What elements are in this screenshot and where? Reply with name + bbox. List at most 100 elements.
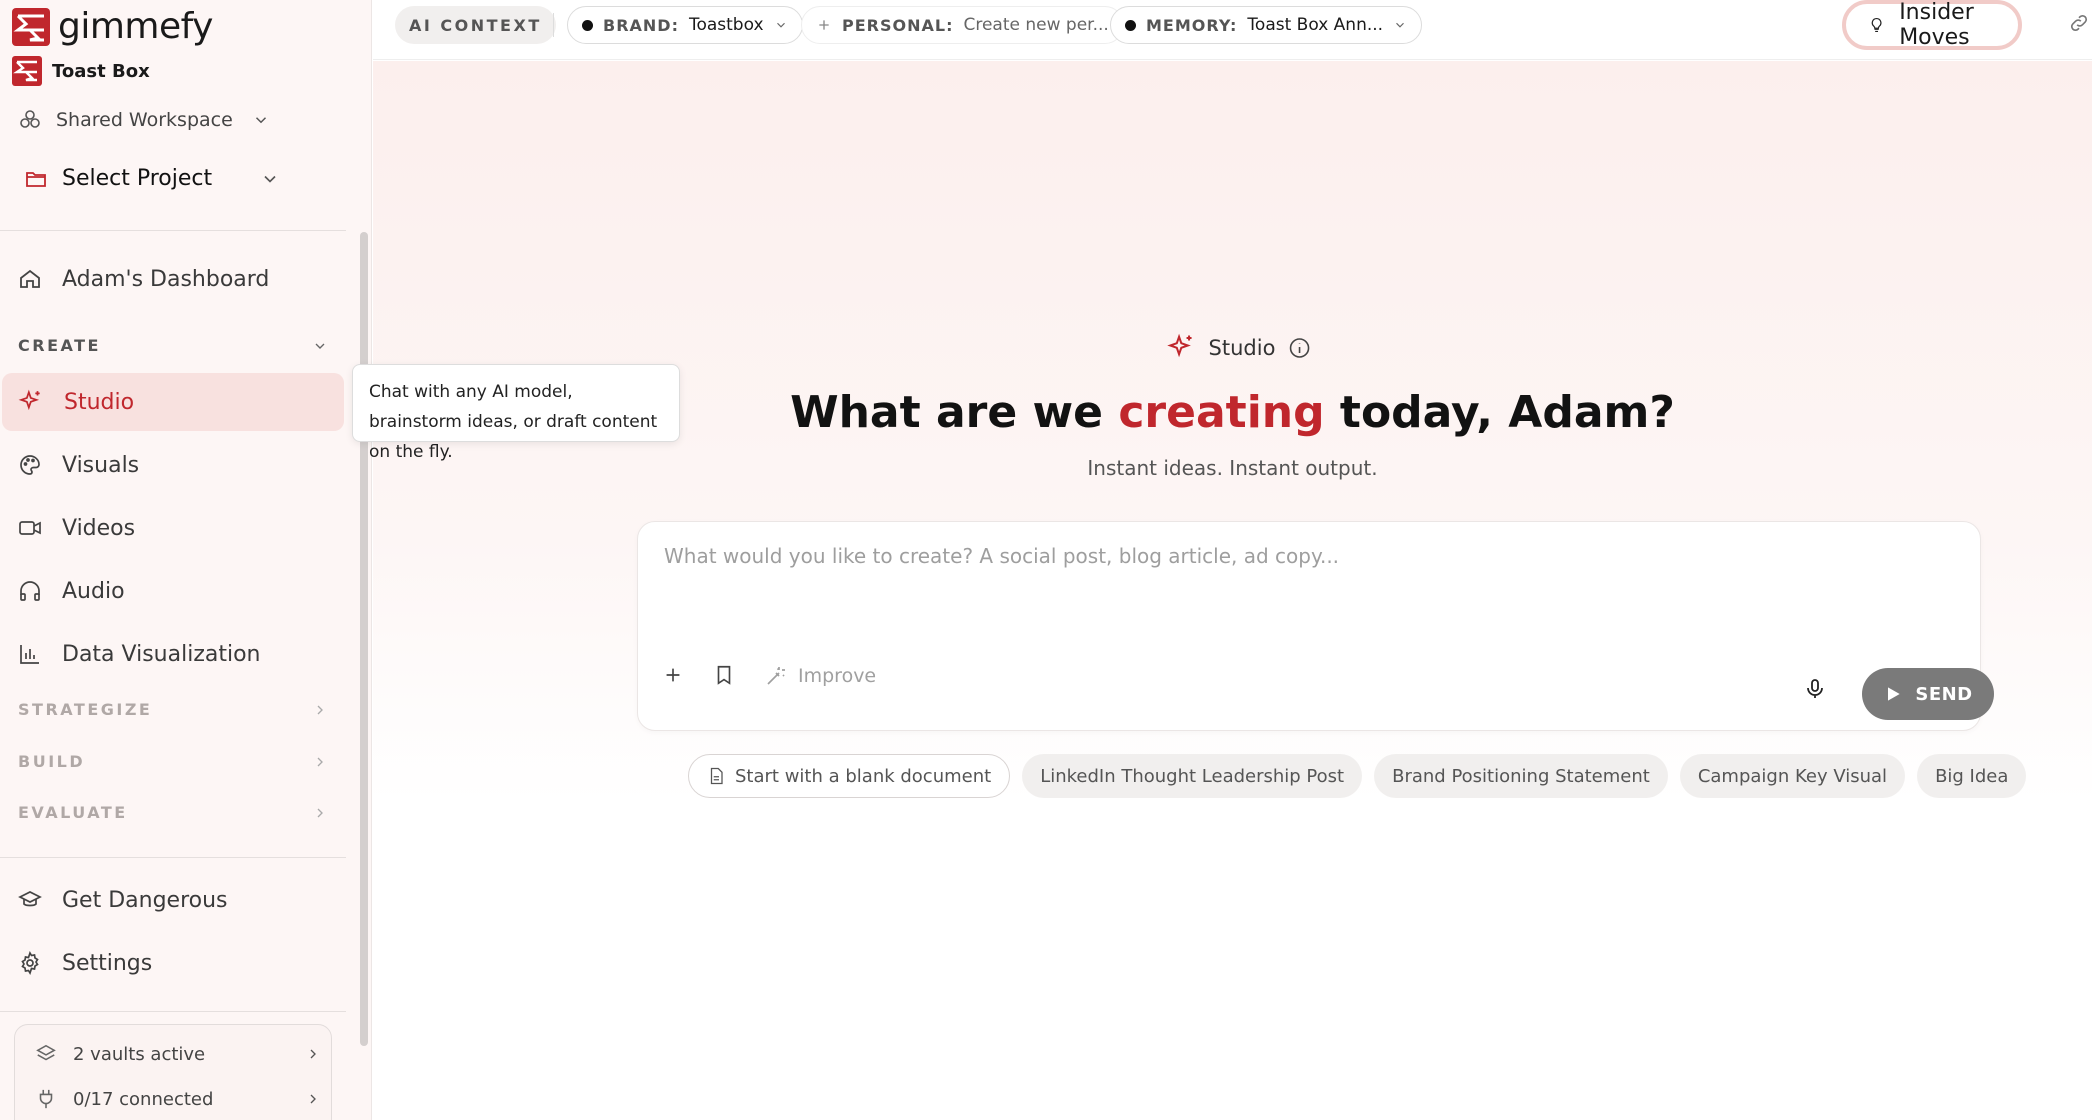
sidebar-item-visuals[interactable]: Visuals <box>2 436 344 494</box>
bar-chart-icon <box>20 645 39 664</box>
chip-campaign-key-visual[interactable]: Campaign Key Visual <box>1679 754 1906 798</box>
sidebar-divider <box>0 230 346 231</box>
sidebar-item-dashboard[interactable]: Adam's Dashboard <box>2 250 344 308</box>
headphones-icon <box>20 581 40 601</box>
link-icon[interactable] <box>2068 12 2090 34</box>
chip-label: LinkedIn Thought Leadership Post <box>1040 765 1345 787</box>
home-icon <box>20 269 40 288</box>
sidebar-item-settings[interactable]: Settings <box>2 934 344 992</box>
chevron-right-icon <box>317 705 323 714</box>
chip-big-idea[interactable]: Big Idea <box>1917 754 2027 798</box>
gimmefy-logo-icon <box>12 7 50 46</box>
insider-moves-button[interactable]: Insider Moves <box>1842 0 2022 50</box>
sidebar-item-label: Data Visualization <box>62 641 261 667</box>
folder-icon <box>26 171 46 187</box>
prompt-input[interactable] <box>664 544 1954 624</box>
studio-tag-label: Studio <box>1208 336 1276 360</box>
save-prompt-button[interactable] <box>713 664 735 686</box>
video-camera-icon <box>19 521 41 535</box>
chevron-right-icon <box>310 1049 316 1059</box>
layers-icon <box>36 1044 56 1061</box>
sidebar-item-label: Audio <box>62 578 125 604</box>
sidebar-scrollbar[interactable] <box>360 232 368 1046</box>
insider-moves-label: Insider Moves <box>1899 0 1974 50</box>
logo-text: gimmefy <box>58 6 213 47</box>
chevron-down-icon <box>315 343 325 349</box>
sidebar-item-label: Studio <box>64 389 135 415</box>
chip-label: Campaign Key Visual <box>1697 765 1888 787</box>
connections-label: 0/17 connected <box>73 1088 214 1110</box>
section-label: STRATEGIZE <box>18 700 153 719</box>
bookmark-icon <box>717 665 731 685</box>
memory-key: MEMORY: <box>1146 15 1238 35</box>
chevron-right-icon <box>317 808 323 817</box>
memory-value: Toast Box Ann... <box>1247 15 1384 35</box>
chevron-down-icon <box>776 22 785 28</box>
chevron-down-icon <box>255 117 267 124</box>
page-subtitle: Instant ideas. Instant output. <box>1087 456 1378 480</box>
connections-row[interactable]: 0/17 connected <box>35 1088 321 1110</box>
chip-label: Start with a blank document <box>735 765 992 787</box>
context-divider <box>553 13 554 37</box>
plus-icon <box>666 668 680 682</box>
lightbulb-icon <box>1871 17 1882 33</box>
headline-accent: creating <box>1118 387 1325 438</box>
palette-icon <box>20 455 40 475</box>
memory-context-pill[interactable]: MEMORY: Toast Box Ann... <box>1110 6 1423 44</box>
chip-brand-positioning[interactable]: Brand Positioning Statement <box>1374 754 1668 798</box>
sidebar-item-label: Get Dangerous <box>62 887 228 913</box>
app-logo[interactable]: gimmefy <box>12 6 213 47</box>
section-create[interactable]: CREATE <box>18 336 328 355</box>
chip-blank-document[interactable]: Start with a blank document <box>688 754 1011 798</box>
status-dot <box>1125 19 1136 31</box>
section-label: EVALUATE <box>18 803 128 822</box>
play-icon <box>1888 687 1901 701</box>
sidebar: gimmefy Toast Box Shared Workspace Selec… <box>0 0 372 1120</box>
vaults-active-row[interactable]: 2 vaults active <box>35 1043 321 1065</box>
project-selector[interactable]: Select Project <box>24 166 280 191</box>
prompt-composer: Improve SEND <box>637 521 1994 731</box>
chevron-down-icon <box>1396 22 1404 28</box>
project-label: Select Project <box>62 166 213 191</box>
sidebar-item-label: Settings <box>62 950 153 976</box>
sidebar-item-label: Videos <box>62 515 136 541</box>
personal-context-pill[interactable]: PERSONAL: Create new per... <box>801 6 1124 44</box>
brand-selector[interactable]: Toast Box <box>12 56 150 86</box>
studio-main: Studio What are we creating today, Adam?… <box>373 61 2092 1120</box>
chevron-right-icon <box>317 757 323 766</box>
personal-key: PERSONAL: <box>842 15 954 35</box>
suggestion-chips: Start with a blank document LinkedIn Tho… <box>688 754 2027 798</box>
ai-context-label: AI CONTEXT <box>395 6 556 44</box>
improve-button[interactable]: Improve <box>764 664 876 688</box>
sidebar-item-label: Adam's Dashboard <box>62 266 270 292</box>
chip-linkedin-post[interactable]: LinkedIn Thought Leadership Post <box>1022 754 1363 798</box>
sidebar-item-get-dangerous[interactable]: Get Dangerous <box>2 871 344 929</box>
document-icon <box>710 767 723 785</box>
workspace-selector[interactable]: Shared Workspace <box>18 108 270 132</box>
studio-tag: Studio <box>1167 333 1312 363</box>
sidebar-item-videos[interactable]: Videos <box>2 499 344 557</box>
section-strategize[interactable]: STRATEGIZE <box>18 700 328 719</box>
sidebar-item-data-visualization[interactable]: Data Visualization <box>2 625 344 683</box>
brand-context-pill[interactable]: BRAND: Toastbox <box>567 6 803 44</box>
vaults-active-label: 2 vaults active <box>73 1043 206 1065</box>
chip-label: Brand Positioning Statement <box>1392 765 1650 787</box>
sidebar-item-audio[interactable]: Audio <box>2 562 344 620</box>
magic-wand-icon <box>767 667 785 685</box>
workspace-icon <box>20 110 40 128</box>
add-attachment-button[interactable] <box>662 664 684 686</box>
send-button[interactable]: SEND <box>1862 668 1994 720</box>
headline-post: today, Adam? <box>1324 387 1675 438</box>
graduation-cap-icon <box>18 891 42 907</box>
sidebar-divider <box>0 857 346 858</box>
section-label: CREATE <box>18 336 101 355</box>
sidebar-item-studio[interactable]: Studio <box>2 373 344 431</box>
send-label: SEND <box>1915 683 1973 705</box>
workspace-label: Shared Workspace <box>56 109 233 131</box>
microphone-icon[interactable] <box>1803 677 1827 701</box>
brand-value: Toastbox <box>688 15 764 35</box>
section-evaluate[interactable]: EVALUATE <box>18 803 328 822</box>
info-icon[interactable] <box>1287 336 1311 360</box>
section-build[interactable]: BUILD <box>18 752 328 771</box>
gear-icon <box>21 951 39 975</box>
